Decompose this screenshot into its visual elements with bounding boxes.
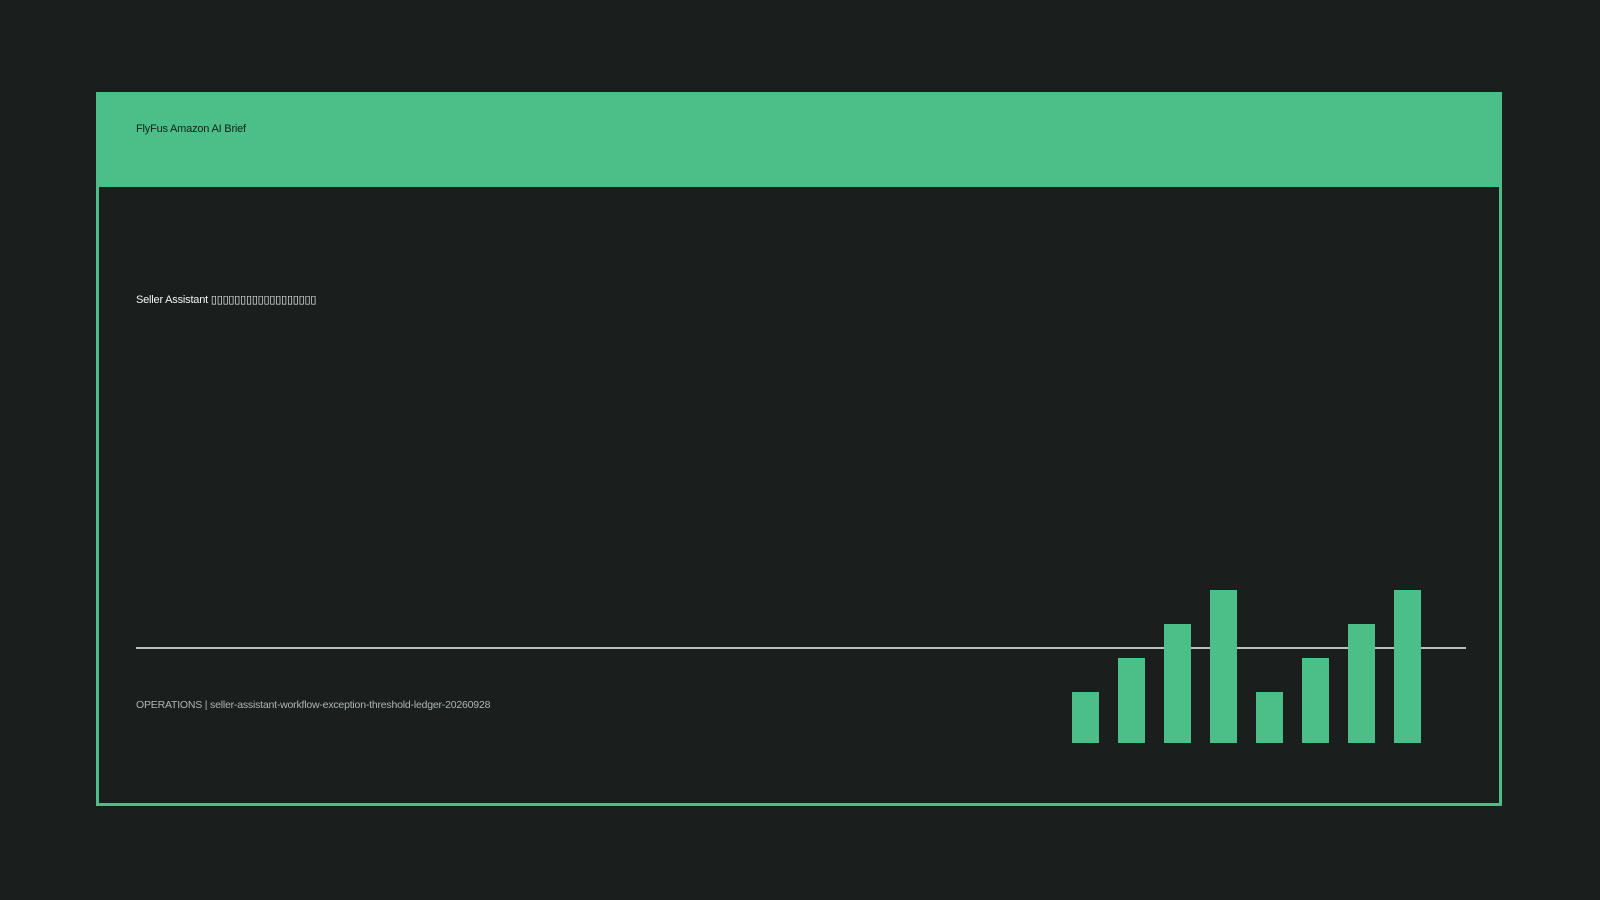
chart-bar bbox=[1256, 692, 1283, 743]
chart-bar bbox=[1210, 590, 1237, 743]
chart-bar bbox=[1072, 692, 1099, 743]
chart-bar bbox=[1164, 624, 1191, 743]
chart-bar bbox=[1302, 658, 1329, 743]
brief-card: FlyFus Amazon AI Brief Seller Assistant … bbox=[96, 92, 1502, 806]
headline: Seller Assistant ▯▯▯▯▯▯▯▯▯▯▯▯▯▯▯▯▯▯ bbox=[136, 294, 317, 306]
chart-bar bbox=[1394, 590, 1421, 743]
header-bar: FlyFus Amazon AI Brief bbox=[99, 95, 1499, 187]
chart-bar bbox=[1348, 624, 1375, 743]
brand-title: FlyFus Amazon AI Brief bbox=[136, 123, 246, 135]
footer-label: OPERATIONS | seller-assistant-workflow-e… bbox=[136, 699, 491, 711]
divider-rule bbox=[136, 647, 1466, 649]
chart-bar bbox=[1118, 658, 1145, 743]
